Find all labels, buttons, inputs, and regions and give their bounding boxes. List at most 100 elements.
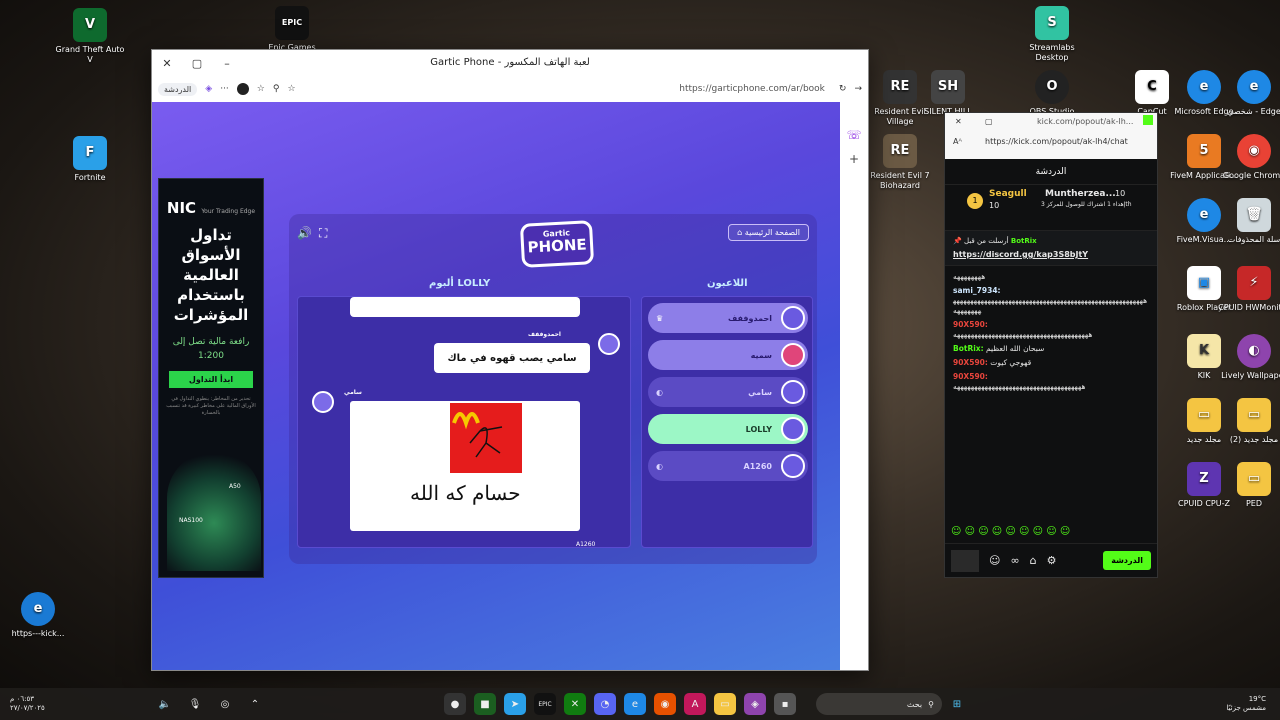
clock[interactable]: ٠٦:٥٣ م ٢٧/٠٧/٢٠٢٥ [0, 695, 150, 713]
desktop-icon-silent-hill[interactable]: SHSILENT HILL [912, 70, 984, 117]
split-icon[interactable]: ⚲ [273, 84, 280, 94]
message-user[interactable]: 90X590: [953, 358, 988, 367]
players-panel: ♛ احمدوففف سميه ◐ سامي LOLLY ◐ A1260 [641, 296, 813, 548]
player-row[interactable]: ♛ احمدوففف [648, 303, 808, 333]
close-button[interactable]: ✕ [955, 117, 962, 126]
extensions-icon[interactable]: ☆ [257, 84, 265, 94]
sound-icon[interactable]: 🔊 [297, 226, 312, 240]
volume-icon[interactable]: 🔈 [154, 693, 176, 715]
chat-pill-button[interactable]: الدردشة [158, 82, 198, 96]
search-box[interactable]: بحث ⚲ [816, 693, 942, 715]
infinity-icon[interactable]: ∞ [1010, 554, 1019, 567]
weather-widget[interactable]: 19°C مشمس جزئيًا [1226, 695, 1280, 713]
browser-icon[interactable]: ◉ [654, 693, 676, 715]
more-icon[interactable]: ··· [220, 84, 229, 94]
desktop-icon-streamlabs[interactable]: S Streamlabs Desktop [1016, 6, 1088, 63]
pinned-link[interactable]: https://discord.gg/kap3S8bJtY [953, 250, 1149, 259]
discord-icon[interactable]: ◔ [594, 693, 616, 715]
favorite-icon[interactable]: ☆ [287, 84, 295, 94]
album-panel[interactable]: احمدوففف سامي يصب قهوه في ماك سامي حسام … [297, 296, 631, 548]
phrase-bubble: سامي يصب قهوه في ماك [434, 343, 590, 373]
folder-icon: ▭ [1237, 398, 1271, 432]
file-explorer-icon[interactable]: ▭ [714, 693, 736, 715]
message-user[interactable]: sami_7934: [953, 286, 1001, 295]
app-icon[interactable]: ◈ [744, 693, 766, 715]
next-author: A1260 [576, 541, 596, 548]
popout-url[interactable]: https://kick.com/popout/ak-lh4/chat [985, 137, 1128, 146]
send-chat-button[interactable]: الدردشة [1103, 551, 1151, 570]
edge-icon[interactable]: e [624, 693, 646, 715]
desktop-icon-label: https---kick... [11, 629, 65, 638]
ad-headline: تداول الأسواق العالمية باستخدام المؤشرات [173, 226, 249, 324]
xbox-icon[interactable]: ✕ [564, 693, 586, 715]
desktop-icon-gta[interactable]: V Grand Theft Auto V [54, 8, 126, 65]
desktop-icon-label: Streamlabs Desktop [1029, 43, 1075, 62]
message-user[interactable]: 90X590: [953, 320, 988, 329]
home-button[interactable]: ⌂ الصفحة الرئيسية [728, 224, 809, 241]
settings-icon[interactable]: ⚙ [1047, 554, 1057, 567]
player-row[interactable]: ◐ سامي [648, 377, 808, 407]
fullscreen-icon[interactable]: ⛶ [319, 226, 327, 241]
message-user[interactable]: 90X590: [953, 372, 988, 381]
kik-icon: K [1187, 334, 1221, 368]
player-row[interactable]: سميه [648, 340, 808, 370]
url-text[interactable]: https://garticphone.com/ar/book [304, 84, 831, 94]
author-name: احمدوففف [528, 331, 561, 338]
app-icon[interactable]: ■ [474, 693, 496, 715]
desktop-icon-fortnite[interactable]: F Fortnite [54, 136, 126, 183]
weather-desc: مشمس جزئيًا [1226, 704, 1266, 712]
desktop-icon-lively[interactable]: ◐ Lively Wallpaper [1218, 334, 1280, 381]
chat-sidebar-icon[interactable]: ☏ [846, 128, 861, 142]
message-text: هههههههههههههههههههههههههههههههههههههه [953, 382, 1086, 391]
message-text: ههههههههه [953, 272, 986, 281]
message-user[interactable]: BotRix: [953, 344, 984, 353]
desktop-icon-folder-2[interactable]: ▭ (2) مجلد جديد [1218, 398, 1280, 445]
ad-brand: NIC Your Trading Edge [165, 199, 257, 217]
desktop-icon-ped[interactable]: ▭ PED [1218, 462, 1280, 509]
taskbar: ٠٦:٥٣ م ٢٧/٠٧/٢٠٢٥ 🔈 🎙 ◎ ⌃ ● ■ ➤ EPIC ✕ … [0, 688, 1280, 720]
chevron-up-icon[interactable]: ⌃ [244, 693, 266, 715]
chat-message: 90X590: ههههههههههههههههههههههههههههههههه… [945, 318, 1157, 342]
profile-icon[interactable] [236, 83, 249, 95]
ad-tag-nas100: NAS100 [179, 517, 203, 524]
add-icon[interactable]: + [849, 152, 859, 166]
desktop-icon-epic[interactable]: EPIC Epic Games [256, 6, 328, 53]
status-icon: ◐ [656, 461, 663, 471]
desktop-icon-obs[interactable]: OOBS Studio [1016, 70, 1088, 117]
ad-tag-a50: A50 [229, 483, 241, 490]
pinned-message[interactable]: 📌 أرسلت من قبل BotRix https://discord.gg… [945, 231, 1157, 266]
desktop-icon-edge-personal[interactable]: e شخصي - Edge [1218, 70, 1280, 117]
app-icon[interactable]: ▪ [774, 693, 796, 715]
reader-icon[interactable]: Aᴬ [953, 137, 962, 146]
crown-icon: ♛ [656, 313, 664, 323]
start-icon[interactable]: ⊞ [946, 693, 968, 715]
network-icon[interactable]: ◎ [214, 693, 236, 715]
telegram-icon[interactable]: ➤ [504, 693, 526, 715]
album-title: ألبوم LOLLY [429, 278, 491, 289]
app-icon[interactable]: A [684, 693, 706, 715]
cpuz-icon: Z [1187, 462, 1221, 496]
weather-temp: 19°C [1248, 695, 1266, 703]
chat-input[interactable] [951, 549, 979, 572]
desktop-icon-re7[interactable]: RE Resident Evil 7 Biohazard [864, 134, 936, 191]
epic-games-icon[interactable]: EPIC [534, 693, 556, 715]
refresh-icon[interactable]: ↻ [839, 84, 847, 94]
player-row[interactable]: LOLLY [648, 414, 808, 444]
emoji-icon[interactable]: ☺ [989, 554, 1000, 567]
app-icon[interactable]: ● [444, 693, 466, 715]
desktop-icon-recycle-bin[interactable]: 🗑 سلة المحذوفات [1218, 198, 1280, 245]
edge-icon: e [21, 592, 55, 626]
maximize-button[interactable]: ▢ [985, 117, 993, 126]
player-name: سميه [750, 350, 772, 360]
desktop-icon-kick-shortcut[interactable]: e https---kick... [2, 592, 74, 639]
player-row[interactable]: ◐ A1260 [648, 451, 808, 481]
ad-cta-button[interactable]: ابدأ التداول [169, 371, 253, 388]
mic-icon[interactable]: 🎙 [184, 693, 206, 715]
copilot-icon[interactable]: ◈ [205, 84, 212, 94]
ad-banner[interactable]: NIC Your Trading Edge تداول الأسواق العا… [158, 178, 264, 578]
forward-icon[interactable]: → [854, 84, 862, 94]
emote-bar[interactable]: ☺ ☺ ☺ ☺ ☺ ☺ ☺ ☺ ☺ [951, 526, 1151, 537]
desktop-icon-chrome[interactable]: ◉ Google Chrome [1218, 134, 1280, 181]
gift-icon[interactable]: ⌂ [1030, 554, 1037, 567]
desktop-icon-hwmonitor[interactable]: ⚡ CPUID HWMonitor [1218, 266, 1280, 313]
